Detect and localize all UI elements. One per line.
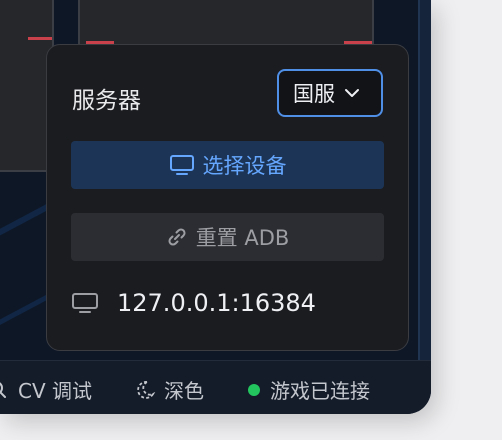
- status-bar: CV 调试 深色 游戏已连接: [0, 360, 431, 414]
- theme-label: 深色: [164, 379, 204, 403]
- link-icon: [166, 226, 188, 248]
- device-address-row: 127.0.0.1:16384: [71, 289, 316, 317]
- window-edge: [418, 0, 431, 414]
- server-select[interactable]: 国服: [277, 69, 383, 117]
- device-popover: 服务器 国服 选择设备 重置 ADB 127.0.0.1:16384: [46, 44, 409, 351]
- reset-adb-button[interactable]: 重置 ADB: [71, 213, 384, 261]
- select-device-label: 选择设备: [202, 154, 287, 178]
- device-address: 127.0.0.1:16384: [117, 289, 316, 317]
- monitor-icon: [71, 291, 99, 315]
- connection-status: 游戏已连接: [248, 375, 370, 404]
- select-device-button[interactable]: 选择设备: [71, 141, 384, 189]
- moon-icon: [134, 379, 156, 401]
- connection-status-label: 游戏已连接: [270, 379, 370, 403]
- monitor-icon: [169, 154, 195, 176]
- reset-adb-label: 重置 ADB: [195, 226, 290, 250]
- server-label: 服务器: [72, 88, 141, 114]
- chevron-down-icon: [343, 87, 361, 99]
- cv-debug-toggle[interactable]: CV 调试: [0, 375, 92, 404]
- connection-status-dot: [248, 383, 260, 396]
- cv-debug-label: CV 调试: [18, 379, 93, 403]
- card-marker: [28, 37, 52, 40]
- background-card-right: [78, 0, 374, 46]
- server-select-value: 国服: [293, 82, 335, 106]
- search-icon: [0, 380, 10, 400]
- theme-toggle[interactable]: 深色: [134, 375, 204, 404]
